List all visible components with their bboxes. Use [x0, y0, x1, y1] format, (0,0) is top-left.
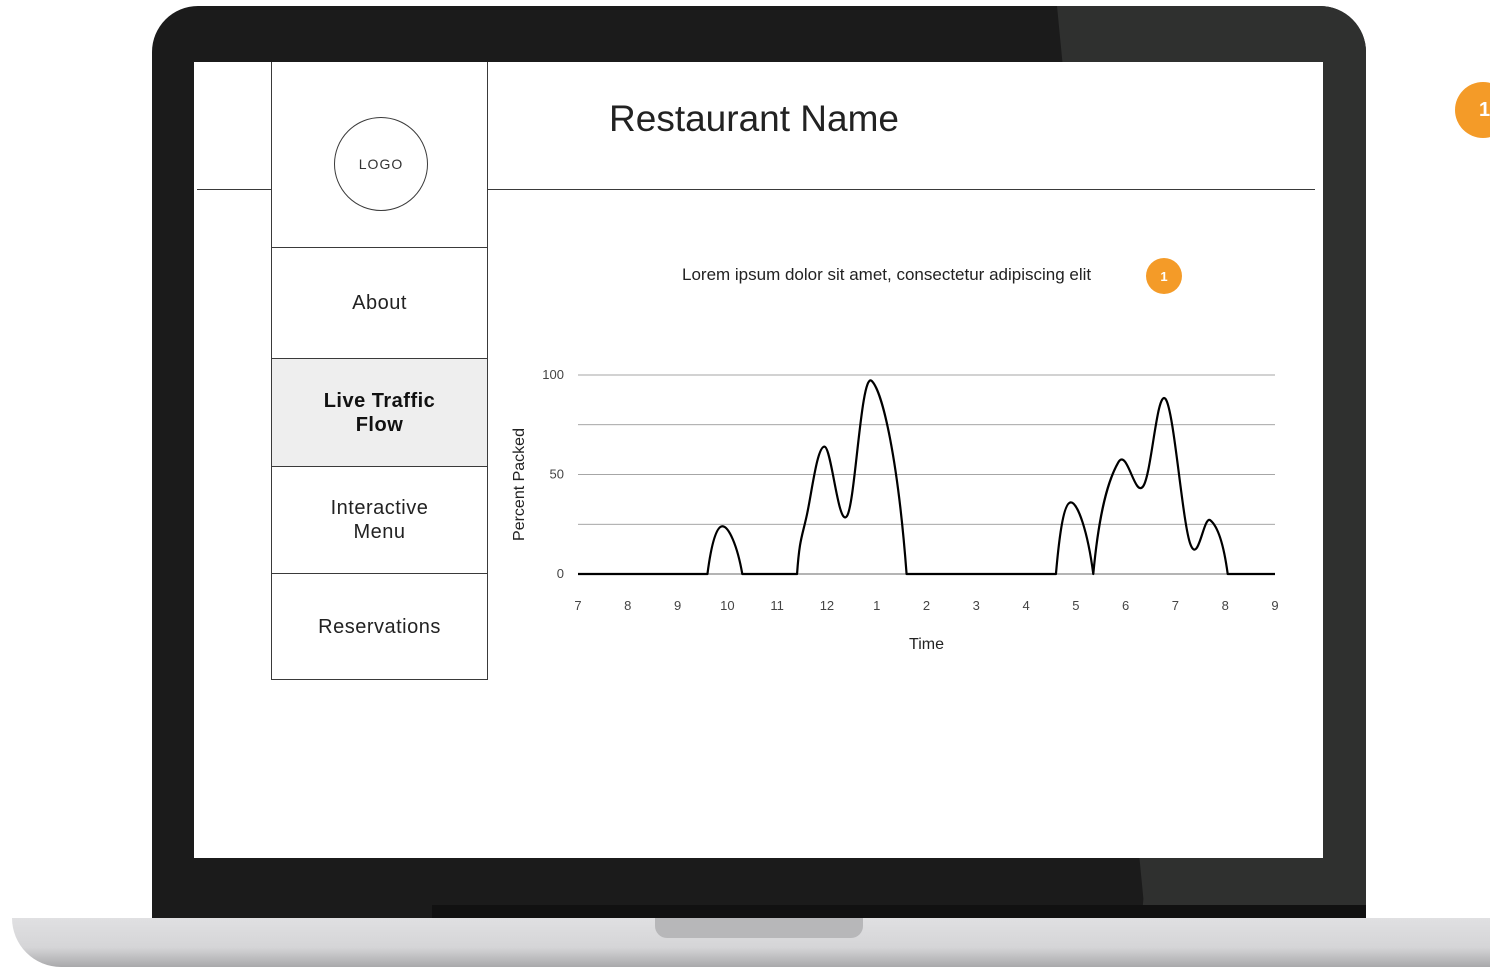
laptop-notch — [655, 918, 863, 938]
x-tick-label: 9 — [1271, 598, 1278, 613]
x-tick-label: 9 — [674, 598, 681, 613]
x-axis-label: Time — [909, 636, 944, 653]
x-tick-label: 1 — [873, 598, 880, 613]
x-tick-label: 6 — [1122, 598, 1129, 613]
x-tick-label: 7 — [1172, 598, 1179, 613]
x-tick-label: 2 — [923, 598, 930, 613]
x-tick-label: 8 — [1222, 598, 1229, 613]
x-tick-label: 8 — [624, 598, 631, 613]
x-tick-label: 3 — [973, 598, 980, 613]
x-tick-label: 5 — [1072, 598, 1079, 613]
y-tick-label: 100 — [542, 367, 564, 382]
y-axis-label: Percent Packed — [511, 428, 528, 541]
y-tick-label: 0 — [557, 566, 564, 581]
series-line — [578, 379, 1275, 576]
y-tick-label: 50 — [550, 467, 564, 482]
external-annotation-badge: 1 — [1455, 82, 1490, 138]
x-tick-label: 10 — [720, 598, 734, 613]
traffic-chart: 0501007 8 9 10 11 12 1 2 3 4 5 6 7 8 9TimePercent Pack… — [511, 367, 1279, 653]
app-screen: LOGO About Live Traffic Flow Interactive… — [194, 62, 1323, 858]
x-tick-label: 7 — [574, 598, 581, 613]
x-tick-label: 12 — [820, 598, 834, 613]
x-tick-label: 11 — [770, 598, 784, 613]
x-tick-label: 4 — [1022, 598, 1029, 613]
